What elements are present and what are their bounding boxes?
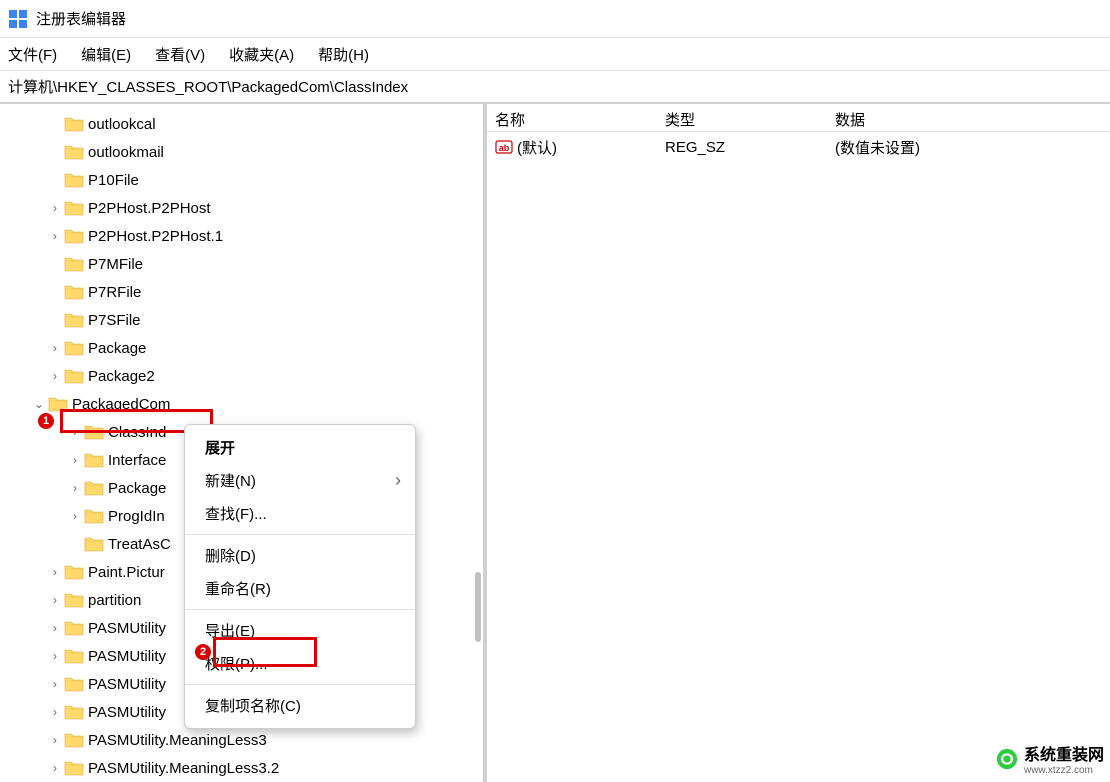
menu-view[interactable]: 查看(V) — [155, 44, 205, 65]
context-menu: 展开 新建(N) 查找(F)... 删除(D) 重命名(R) 导出(E) 权限(… — [184, 424, 416, 729]
address-path: 计算机\HKEY_CLASSES_ROOT\PackagedCom\ClassI… — [8, 76, 408, 97]
ctx-find[interactable]: 查找(F)... — [185, 497, 415, 530]
col-header-type[interactable]: 类型 — [657, 109, 827, 130]
tree-item[interactable]: › PASMUtility.MeaningLess3.2 — [0, 754, 483, 782]
tree-item-label: Package2 — [88, 368, 155, 385]
tree-item-label: P7RFile — [88, 284, 141, 301]
tree-item-label: TreatAsC — [108, 536, 171, 553]
annotation-highlight-2 — [213, 637, 317, 667]
tree-item[interactable]: › P2PHost.P2PHost.1 — [0, 222, 483, 250]
tree-item-label: Interface — [108, 452, 166, 469]
expander-closed-icon[interactable]: › — [48, 621, 62, 635]
ctx-new[interactable]: 新建(N) — [185, 464, 415, 497]
values-panel: 名称 类型 数据 ab (默认) REG_SZ (数值未设置) — [487, 104, 1110, 782]
watermark: 系统重装网 www.xtzz2.com — [996, 741, 1104, 776]
expander-closed-icon[interactable]: › — [48, 201, 62, 215]
tree-item-label: Package — [108, 480, 166, 497]
expander-closed-icon[interactable]: › — [68, 509, 82, 523]
menu-favorites[interactable]: 收藏夹(A) — [229, 44, 294, 65]
col-header-data[interactable]: 数据 — [827, 109, 1110, 130]
annotation-badge-2: 2 — [195, 644, 211, 660]
ctx-expand[interactable]: 展开 — [185, 431, 415, 464]
watermark-url: www.xtzz2.com — [1024, 765, 1104, 776]
tree-item-label: P10File — [88, 172, 139, 189]
tree-item-label: partition — [88, 592, 141, 609]
expander-closed-icon[interactable]: › — [68, 481, 82, 495]
value-name: (默认) — [517, 137, 557, 158]
title-bar: 注册表编辑器 — [0, 0, 1110, 38]
tree-item-label: PASMUtility.MeaningLess3 — [88, 732, 267, 749]
col-header-name[interactable]: 名称 — [487, 109, 657, 130]
tree-item[interactable]: ⌄ PackagedCom — [0, 390, 483, 418]
watermark-icon — [996, 748, 1018, 770]
tree-item-label: PASMUtility — [88, 676, 166, 693]
expander-closed-icon[interactable]: › — [48, 677, 62, 691]
tree-item-label: PASMUtility — [88, 620, 166, 637]
expander-closed-icon[interactable]: › — [48, 733, 62, 747]
expander-closed-icon[interactable]: › — [48, 369, 62, 383]
tree-item-label: ClassInd — [108, 424, 166, 441]
menu-edit[interactable]: 编辑(E) — [81, 44, 131, 65]
expander-open-icon[interactable]: ⌄ — [32, 397, 46, 411]
ctx-separator — [185, 684, 415, 685]
menu-bar: 文件(F) 编辑(E) 查看(V) 收藏夹(A) 帮助(H) — [0, 38, 1110, 70]
tree-item[interactable]: P10File — [0, 166, 483, 194]
tree-item[interactable]: › Package2 — [0, 362, 483, 390]
value-data: (数值未设置) — [827, 137, 1110, 158]
content-area: outlookcal outlookmail P10File › P2PHost.P2P… — [0, 104, 1110, 782]
tree-item-label: P2PHost.P2PHost — [88, 200, 211, 217]
ctx-delete[interactable]: 删除(D) — [185, 539, 415, 572]
address-bar[interactable]: 计算机\HKEY_CLASSES_ROOT\PackagedCom\ClassI… — [0, 70, 1110, 104]
app-icon — [8, 9, 28, 29]
menu-file[interactable]: 文件(F) — [8, 44, 57, 65]
tree-item-label: PackagedCom — [72, 396, 170, 413]
expander-closed-icon[interactable]: › — [48, 229, 62, 243]
tree-item-label: PASMUtility — [88, 648, 166, 665]
tree-item-label: PASMUtility.MeaningLess3.2 — [88, 760, 279, 777]
string-value-icon: ab — [495, 138, 513, 156]
tree-item[interactable]: P7RFile — [0, 278, 483, 306]
svg-text:ab: ab — [499, 143, 510, 153]
watermark-text: 系统重装网 — [1024, 741, 1104, 765]
tree-item-label: P2PHost.P2PHost.1 — [88, 228, 223, 245]
tree-item[interactable]: P7SFile — [0, 306, 483, 334]
ctx-separator — [185, 609, 415, 610]
tree-item-label: Paint.Pictur — [88, 564, 165, 581]
expander-closed-icon[interactable]: › — [48, 761, 62, 775]
ctx-rename[interactable]: 重命名(R) — [185, 572, 415, 605]
expander-closed-icon[interactable]: › — [48, 593, 62, 607]
tree-item[interactable]: P7MFile — [0, 250, 483, 278]
expander-closed-icon[interactable]: › — [48, 341, 62, 355]
tree-item-label: P7SFile — [88, 312, 141, 329]
annotation-badge-1: 1 — [38, 413, 54, 429]
expander-closed-icon[interactable]: › — [68, 453, 82, 467]
tree-item-label: PASMUtility — [88, 704, 166, 721]
expander-closed-icon[interactable]: › — [48, 565, 62, 579]
tree-item-label: ProgIdIn — [108, 508, 165, 525]
tree-item[interactable]: › PASMUtility.MeaningLess3 — [0, 726, 483, 754]
tree-item[interactable]: › Package — [0, 334, 483, 362]
value-type: REG_SZ — [657, 139, 827, 156]
menu-help[interactable]: 帮助(H) — [318, 44, 369, 65]
values-header: 名称 类型 数据 — [487, 104, 1110, 132]
tree-item-label: outlookmail — [88, 144, 164, 161]
value-row[interactable]: ab (默认) REG_SZ (数值未设置) — [487, 132, 1110, 162]
tree-item[interactable]: outlookcal — [0, 110, 483, 138]
app-title: 注册表编辑器 — [36, 8, 126, 29]
ctx-separator — [185, 534, 415, 535]
expander-closed-icon[interactable]: › — [68, 425, 82, 439]
scrollbar-thumb[interactable] — [475, 572, 481, 642]
tree-item[interactable]: › P2PHost.P2PHost — [0, 194, 483, 222]
tree-item-label: P7MFile — [88, 256, 143, 273]
expander-closed-icon[interactable]: › — [48, 705, 62, 719]
tree-item-label: outlookcal — [88, 116, 156, 133]
tree-item[interactable]: outlookmail — [0, 138, 483, 166]
expander-closed-icon[interactable]: › — [48, 649, 62, 663]
tree-item-label: Package — [88, 340, 146, 357]
ctx-copy-key-name[interactable]: 复制项名称(C) — [185, 689, 415, 722]
